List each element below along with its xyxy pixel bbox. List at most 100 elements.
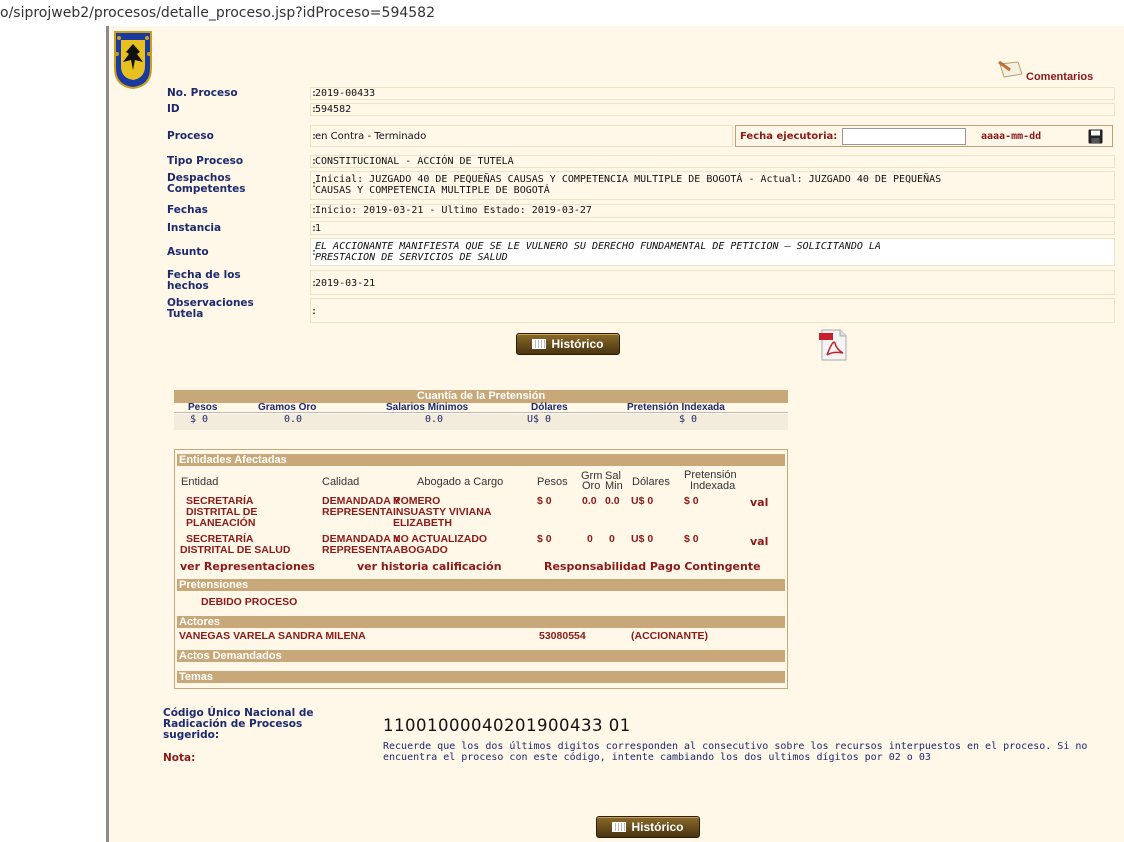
- col-pretension: Pretensión: [684, 469, 737, 481]
- table-row: SECRETARÍA DISTRITAL DE PLANEACIÓN DEMAN…: [175, 494, 787, 530]
- entidades-panel: Entidades Afectadas Entidad Calidad Abog…: [174, 449, 788, 689]
- cuantia-value: 0.0: [425, 414, 444, 425]
- label-observaciones: Observaciones Tutela: [167, 297, 254, 320]
- col-oro: Oro: [582, 480, 601, 492]
- abogado-cell: ROMERO INSUASTY VIVIANA ELIZABETH: [393, 496, 491, 529]
- label-asunto: Asunto: [167, 246, 209, 258]
- row-observaciones: Observaciones Tutela :: [163, 298, 1115, 323]
- val-link[interactable]: val: [750, 536, 768, 547]
- value-fechas: Inicio: 2019-03-21 - Ultimo Estado: 2019…: [315, 205, 592, 216]
- value-asunto-line1: EL ACCIONANTE MANIFIESTA QUE SE LE VULNE…: [315, 241, 881, 252]
- row-instancia: Instancia : 1: [163, 221, 1115, 235]
- col-entidad: Entidad: [181, 476, 219, 488]
- value-despachos-line2: CAUSAS Y COMPETENCIA MULTIPLE DE BOGOTÁ: [315, 185, 550, 196]
- cuantia-table: Cuantía de la Pretensión Pesos Gramos Or…: [174, 390, 788, 430]
- calidad-line: REPRESENTA: [322, 506, 393, 518]
- dolares-cell: U$ 0: [631, 533, 654, 545]
- cuantia-header: Pretensión Indexada: [627, 402, 725, 413]
- row-id: ID : 594582: [163, 103, 1115, 116]
- cuantia-value: $ 0: [190, 414, 209, 425]
- label-despachos: Despachos Competentes: [167, 173, 287, 195]
- fecha-ejecutoria-box: Fecha ejecutoria: aaaa-mm-dd: [735, 125, 1113, 147]
- note-pencil-icon: [998, 60, 1023, 78]
- abogado-line: ABOGADO: [393, 544, 448, 556]
- label-fecha-hechos: Fecha de los hechos: [167, 269, 241, 292]
- col-calidad: Calidad: [322, 476, 360, 488]
- row-despachos: Despachos Competentes : Inicial: JUZGADO…: [163, 171, 1115, 200]
- nota-line: encuentra el proceso con este código, in…: [383, 752, 931, 763]
- address-bar[interactable]: o/siprojweb2/procesos/detalle_proceso.js…: [0, 0, 1124, 26]
- cuantia-header-row: Pesos Gramos Oro Salarios Mínimos Dólare…: [174, 403, 788, 413]
- sal-cell: 0.0: [605, 495, 620, 507]
- row-fechas: Fechas : Inicio: 2019-03-21 - Ultimo Est…: [163, 204, 1115, 218]
- label-no-proceso: No. Proceso: [167, 87, 238, 99]
- pdf-icon[interactable]: [819, 329, 849, 361]
- val-link[interactable]: val: [750, 497, 768, 508]
- codigo-label-line: sugerido:: [163, 729, 220, 741]
- col-pesos: Pesos: [537, 476, 568, 488]
- value-fecha-hechos: 2019-03-21: [315, 278, 376, 289]
- historico-label: Histórico: [631, 820, 684, 834]
- pretension-item: DEBIDO PROCESO: [201, 596, 298, 608]
- calidad-cell: DEMANDADA Y REPRESENTA: [322, 534, 400, 556]
- historico-button[interactable]: Histórico: [516, 333, 620, 355]
- calidad-cell: DEMANDADA Y REPRESENTA: [322, 496, 400, 518]
- col-abogado: Abogado a Cargo: [417, 476, 504, 488]
- cuantia-value: $ 0: [679, 414, 698, 425]
- colon: :: [311, 306, 318, 317]
- row-proceso: Proceso : en Contra - Terminado: [163, 125, 733, 147]
- cuantia-header: Salarios Mínimos: [386, 402, 469, 413]
- value-id: 594582: [315, 104, 352, 115]
- col-min: Min: [605, 480, 623, 492]
- row-asunto: Asunto : EL ACCIONANTE MANIFIESTA QUE SE…: [163, 238, 1115, 266]
- cuantia-value-row: $ 0 0.0 0.0 U$ 0 $ 0: [174, 414, 788, 430]
- label-tipo-proceso: Tipo Proceso: [167, 155, 244, 167]
- table-row: SECRETARÍA DISTRITAL DE SALUD DEMANDADA …: [175, 533, 787, 559]
- entidad-line: PLANEACIÓN: [186, 517, 256, 529]
- responsabilidad-link[interactable]: Responsabilidad Pago Contingente: [544, 560, 761, 573]
- pretension-cell: $ 0: [684, 533, 699, 545]
- label-fechas: Fechas: [167, 204, 208, 216]
- row-tipo-proceso: Tipo Proceso : CONSTITUCIONAL - ACCIÓN D…: [163, 155, 1115, 168]
- entidad-cell: SECRETARÍA DISTRITAL DE SALUD: [180, 534, 290, 556]
- actor-doc: 53080554: [539, 630, 586, 642]
- grm-cell: 0: [587, 533, 593, 545]
- abogado-cell: NO ACTUALIZADO ABOGADO: [393, 534, 487, 556]
- table-icon: [612, 822, 627, 832]
- ver-representaciones-link[interactable]: ver Representaciones: [180, 560, 315, 573]
- value-tipo-proceso: CONSTITUCIONAL - ACCIÓN DE TUTELA: [315, 156, 514, 167]
- left-margin: [0, 26, 106, 842]
- value-instancia: 1: [315, 223, 322, 234]
- date-format-hint: aaaa-mm-dd: [981, 131, 1042, 142]
- nota-label: Nota:: [163, 752, 196, 764]
- save-disk-icon[interactable]: [1088, 129, 1103, 144]
- historico-button-bottom[interactable]: Histórico: [596, 816, 700, 838]
- actor-role: (ACCIONANTE): [631, 630, 708, 642]
- despachos-label-text: Despachos Competentes: [167, 172, 246, 195]
- value-proceso: en Contra - Terminado: [315, 131, 427, 142]
- col-dolares: Dólares: [632, 476, 670, 488]
- row-no-proceso: No. Proceso : 2019-00433: [163, 87, 1115, 100]
- comments-link[interactable]: Comentarios: [996, 58, 1118, 86]
- entidad-cell: SECRETARÍA DISTRITAL DE PLANEACIÓN: [186, 496, 257, 529]
- temas-title: Temas: [177, 671, 785, 683]
- dolares-cell: U$ 0: [631, 495, 654, 507]
- actores-title: Actores: [177, 616, 785, 628]
- historico-label: Histórico: [551, 337, 604, 351]
- url-text: o/siprojweb2/procesos/detalle_proceso.js…: [0, 5, 435, 21]
- pretension-cell: $ 0: [684, 495, 699, 507]
- calidad-line: REPRESENTA: [322, 544, 393, 556]
- value-no-proceso: 2019-00433: [315, 88, 376, 99]
- pretensiones-title: Pretensiones: [177, 579, 785, 591]
- label-instancia: Instancia: [167, 222, 222, 234]
- grm-cell: 0.0: [582, 495, 597, 507]
- actos-demandados-title: Actos Demandados: [177, 650, 785, 662]
- pesos-cell: $ 0: [537, 495, 552, 507]
- ver-historia-link[interactable]: ver historia calificación: [357, 560, 502, 573]
- fecha-ejecutoria-input[interactable]: [842, 128, 966, 145]
- label-id: ID: [167, 103, 180, 115]
- row-fecha-hechos: Fecha de los hechos : 2019-03-21: [163, 270, 1115, 295]
- value-despachos-line1: Inicial: JUZGADO 40 DE PEQUEÑAS CAUSAS Y…: [315, 174, 942, 185]
- pesos-cell: $ 0: [537, 533, 552, 545]
- nota-line: Recuerde que los dos últimos digitos cor…: [383, 741, 1088, 752]
